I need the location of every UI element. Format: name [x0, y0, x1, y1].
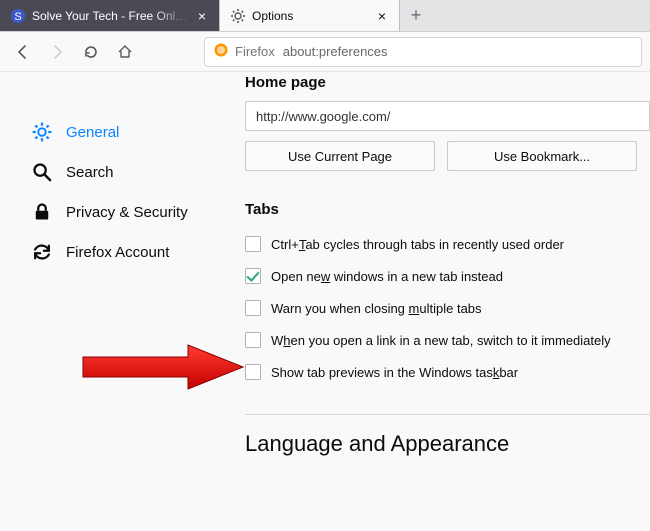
home-button[interactable]	[110, 37, 140, 67]
sidebar-item-general[interactable]: General	[24, 112, 215, 152]
svg-text:S: S	[14, 11, 21, 23]
address-text: about:preferences	[283, 44, 388, 59]
section-tabs: Tabs	[245, 201, 650, 218]
sync-icon	[32, 242, 52, 262]
main-panel: Home page Use Current Page Use Bookmark.…	[215, 72, 650, 531]
close-icon[interactable]: ×	[375, 9, 389, 23]
homepage-input[interactable]	[245, 101, 650, 131]
identity-label: Firefox	[235, 44, 275, 59]
tab-options[interactable]: Options ×	[220, 0, 400, 31]
gear-icon	[230, 8, 246, 24]
checkbox-label: Warn you when closing multiple tabs	[271, 301, 482, 316]
tab-strip: S Solve Your Tech - Free Online K × Opti…	[0, 0, 650, 32]
sidebar-item-label: General	[66, 124, 119, 141]
preferences-content: General Search Privacy & Security Firefo…	[0, 72, 650, 531]
tab-solveyourtech[interactable]: S Solve Your Tech - Free Online K ×	[0, 0, 220, 31]
checkbox-icon	[245, 236, 261, 252]
checkbox-warn-close-multiple[interactable]: Warn you when closing multiple tabs	[245, 292, 650, 324]
categories-sidebar: General Search Privacy & Security Firefo…	[0, 72, 215, 531]
nav-toolbar: Firefox about:preferences	[0, 32, 650, 72]
reload-button[interactable]	[76, 37, 106, 67]
gear-icon	[32, 122, 52, 142]
back-button[interactable]	[8, 37, 38, 67]
sidebar-item-label: Firefox Account	[66, 244, 169, 261]
checkbox-icon	[245, 364, 261, 380]
forward-button[interactable]	[42, 37, 72, 67]
checkbox-ctrl-tab[interactable]: Ctrl+Tab cycles through tabs in recently…	[245, 228, 650, 260]
section-home-page: Home page	[245, 74, 650, 91]
use-current-page-button[interactable]: Use Current Page	[245, 141, 435, 171]
new-tab-button[interactable]: +	[400, 0, 432, 31]
firefox-icon	[213, 42, 229, 61]
close-icon[interactable]: ×	[195, 9, 209, 23]
checkbox-switch-immediately[interactable]: When you open a link in a new tab, switc…	[245, 324, 650, 356]
checkbox-icon	[245, 268, 261, 284]
url-bar[interactable]: Firefox about:preferences	[204, 37, 642, 67]
checkbox-tab-previews[interactable]: Show tab previews in the Windows taskbar	[245, 356, 650, 388]
identity-box[interactable]: Firefox	[213, 42, 275, 61]
sidebar-item-account[interactable]: Firefox Account	[24, 232, 215, 272]
favicon-solveyourtech: S	[10, 8, 26, 24]
lock-icon	[32, 202, 52, 222]
section-language-appearance: Language and Appearance	[245, 431, 650, 457]
tab-title: Solve Your Tech - Free Online K	[32, 9, 189, 23]
use-bookmark-button[interactable]: Use Bookmark...	[447, 141, 637, 171]
sidebar-item-label: Privacy & Security	[66, 204, 188, 221]
sidebar-item-search[interactable]: Search	[24, 152, 215, 192]
checkbox-label: Ctrl+Tab cycles through tabs in recently…	[271, 237, 564, 252]
sidebar-item-privacy[interactable]: Privacy & Security	[24, 192, 215, 232]
tab-title: Options	[252, 9, 369, 23]
checkbox-label: Open new windows in a new tab instead	[271, 269, 503, 284]
checkbox-icon	[245, 332, 261, 348]
sidebar-item-label: Search	[66, 164, 114, 181]
checkbox-label: When you open a link in a new tab, switc…	[271, 333, 611, 348]
checkbox-label: Show tab previews in the Windows taskbar	[271, 365, 518, 380]
search-icon	[32, 162, 52, 182]
section-divider	[245, 414, 650, 415]
checkbox-open-new-windows[interactable]: Open new windows in a new tab instead	[245, 260, 650, 292]
checkbox-icon	[245, 300, 261, 316]
